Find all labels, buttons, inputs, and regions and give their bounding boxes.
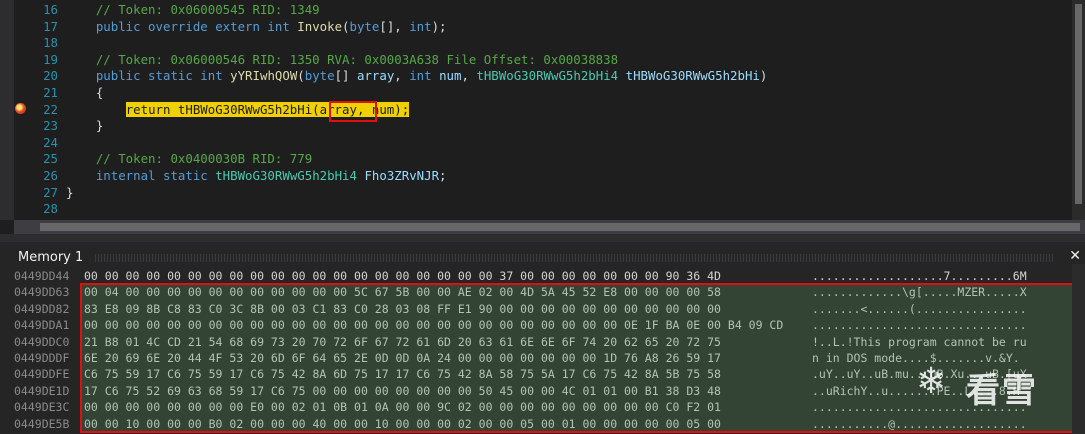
code-text: internal static tHBWoG30RWwG5h2bHi4 Fho3… (95, 168, 447, 183)
editor-horizontal-scrollbar-thumb[interactable] (40, 223, 1080, 231)
memory-window-title: Memory 1 (18, 250, 84, 265)
editor-vertical-scrollbar[interactable] (1072, 0, 1085, 220)
memory-address: 0449DE1D (14, 383, 70, 398)
line-number: 28 (43, 201, 58, 217)
code-line[interactable]: 23 } (0, 118, 1072, 135)
line-number: 27 (43, 184, 58, 200)
code-line[interactable]: 22 return tHBWoG30RWwG5h2bHi(array, num)… (0, 101, 1072, 119)
code-line[interactable]: 21 { (0, 85, 1072, 102)
line-number: 20 (43, 68, 58, 84)
memory-address: 0449DDC0 (14, 334, 70, 349)
memory-address: 0449DDFE (14, 367, 70, 382)
line-number: 18 (43, 35, 58, 51)
code-line[interactable]: 18 (0, 35, 1072, 52)
memory-address: 0449DD44 (14, 269, 70, 283)
memory-ascii: ...................7.........6M (812, 269, 1027, 283)
memory-row[interactable]: 0449DD44 00 00 00 00 00 00 00 00 00 00 00… (0, 269, 1085, 283)
memory-address: 0449DDA1 (14, 318, 70, 333)
memory-titlebar-grip[interactable] (95, 254, 1055, 262)
code-line[interactable]: 27} (0, 185, 1072, 202)
code-line[interactable]: 26 internal static tHBWoG30RWwG5h2bHi4 F… (0, 168, 1072, 185)
editor-horizontal-scrollbar[interactable] (14, 220, 1085, 234)
code-text: } (66, 184, 74, 200)
watermark-text: 看雪 (966, 371, 1038, 411)
line-number: 26 (43, 168, 58, 183)
line-number: 16 (43, 2, 58, 17)
memory-address: 0449DDDF (14, 351, 70, 365)
line-number: 21 (43, 85, 58, 100)
watermark: ❄ 看雪 (916, 355, 1066, 411)
memory-hex-bytes: 00 00 00 00 00 00 00 00 00 00 00 00 00 0… (84, 269, 721, 283)
line-number: 19 (43, 51, 58, 67)
code-text: { (95, 85, 104, 100)
code-text: // Token: 0x0400030B RID: 779 (95, 151, 313, 167)
snowflake-icon: ❄ (916, 361, 947, 402)
code-text: // Token: 0x06000546 RID: 1350 RVA: 0x00… (95, 51, 619, 67)
code-text: // Token: 0x06000545 RID: 1349 (95, 2, 320, 17)
line-number: 25 (43, 151, 58, 167)
line-number: 24 (43, 134, 58, 150)
memory-address: 0449DE3C (14, 400, 70, 415)
close-icon[interactable]: ✕ (1069, 248, 1081, 264)
memory-address: 0449DD82 (14, 301, 70, 316)
code-text: } (95, 118, 104, 134)
code-line[interactable]: 16 // Token: 0x06000545 RID: 1349 (0, 2, 1072, 19)
code-line[interactable]: 20 public static int yYRIwhQOW(byte[] ar… (0, 68, 1072, 85)
code-editor[interactable]: 16 // Token: 0x06000545 RID: 1349 17 publ… (0, 0, 1085, 220)
code-line[interactable]: 19 // Token: 0x06000546 RID: 1350 RVA: 0… (0, 52, 1072, 69)
code-line[interactable]: 28 (0, 201, 1072, 218)
memory-vertical-scrollbar[interactable] (1072, 264, 1085, 434)
highlight-box (329, 101, 377, 122)
editor-vertical-scrollbar-thumb[interactable] (1075, 4, 1082, 204)
code-line[interactable]: 17 public override extern int Invoke(byt… (0, 19, 1072, 36)
line-number: 17 (43, 18, 58, 34)
line-number: 23 (43, 118, 58, 134)
code-text: public override extern int Invoke(byte[]… (95, 18, 447, 34)
line-number: 22 (43, 101, 58, 117)
memory-address: 0449DD63 (14, 285, 70, 300)
code-text: public static int yYRIwhQOW(byte[] array… (95, 68, 768, 84)
code-line[interactable]: 24 (0, 135, 1072, 152)
memory-address: 0449DE5B (14, 416, 70, 431)
code-line[interactable]: 25 // Token: 0x0400030B RID: 779 (0, 151, 1072, 168)
